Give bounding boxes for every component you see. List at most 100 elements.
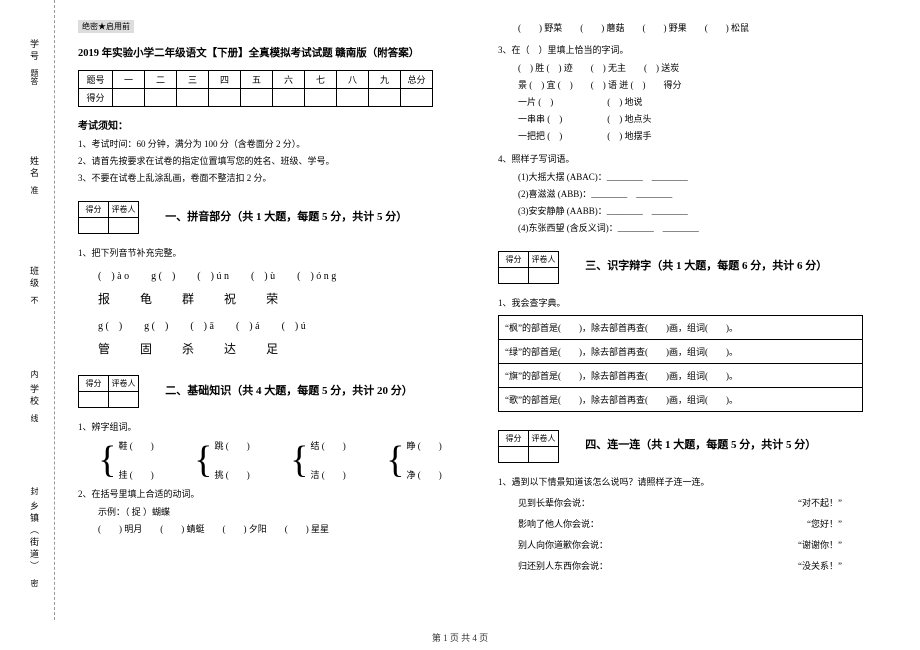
grade-box-cell[interactable] bbox=[529, 446, 559, 462]
score-th: 四 bbox=[209, 71, 241, 89]
pinyin-cell: ( ) ó n g bbox=[297, 267, 336, 282]
score-cell[interactable] bbox=[145, 89, 177, 107]
hanzi-row: 管 固 杀 达 足 bbox=[78, 340, 462, 357]
binding-label: 乡镇（街道） bbox=[28, 501, 41, 573]
match-left: 见到长辈你会说： bbox=[518, 496, 590, 509]
q2-4-item: (3)安安静静 (AABB)：________ ________ bbox=[518, 203, 882, 220]
grade-box-cell[interactable] bbox=[109, 392, 139, 408]
score-th: 题号 bbox=[79, 71, 113, 89]
brace-word: 结 ( ) bbox=[311, 439, 346, 452]
q2-3-line: 一把把 ( ) ( ) 地摆手 bbox=[518, 128, 882, 145]
brace-item: {跳 ( )挑 ( ) bbox=[194, 439, 250, 481]
hanzi-row: 报 龟 群 祝 荣 bbox=[78, 290, 462, 307]
binding-mark: 准 bbox=[29, 186, 40, 194]
hanzi-cell: 荣 bbox=[266, 290, 278, 307]
q2-4-item: (1)大摇大摆 (ABAC)：________ ________ bbox=[518, 169, 882, 186]
dict-row: “旗”的部首是( )，除去部首再查( )画，组词( )。 bbox=[499, 363, 863, 387]
doc-title: 2019 年实验小学二年级语文【下册】全真模拟考试试题 赣南版（附答案） bbox=[78, 45, 462, 60]
match-row: 见到长辈你会说：“对不起！” bbox=[498, 496, 882, 509]
score-th: 九 bbox=[369, 71, 401, 89]
binding-label: 姓名 bbox=[28, 156, 41, 180]
pinyin-cell: g ( ) bbox=[151, 267, 175, 282]
score-cell[interactable] bbox=[305, 89, 337, 107]
binding-mark: 题 bbox=[29, 69, 40, 77]
match-row: 影响了他人你会说：“您好！” bbox=[498, 517, 882, 530]
hanzi-cell: 足 bbox=[266, 340, 278, 357]
pinyin-cell: ( ) ú n bbox=[197, 267, 229, 282]
grade-box-h: 评卷人 bbox=[109, 202, 139, 218]
page-footer: 第 1 页 共 4 页 bbox=[0, 631, 920, 644]
q2-1: 1、辨字组词。 bbox=[78, 420, 462, 433]
score-cell[interactable] bbox=[177, 89, 209, 107]
score-th: 总分 bbox=[401, 71, 433, 89]
binding-margin: 学号 题 答 姓名 准 班级 不 内 学校 线 封 乡镇（街道） 密 bbox=[15, 0, 55, 620]
score-th: 三 bbox=[177, 71, 209, 89]
grade-box-cell[interactable] bbox=[79, 392, 109, 408]
pinyin-cell: ( ) ā bbox=[190, 317, 214, 332]
hanzi-cell: 群 bbox=[182, 290, 194, 307]
score-cell[interactable] bbox=[273, 89, 305, 107]
grade-box-cell[interactable] bbox=[499, 267, 529, 283]
brace-icon: { bbox=[290, 442, 308, 478]
binding-mark: 线 bbox=[29, 414, 40, 422]
brace-word: 挂 ( ) bbox=[119, 468, 154, 481]
hanzi-cell: 祝 bbox=[224, 290, 236, 307]
hanzi-cell: 固 bbox=[140, 340, 152, 357]
q2-3-line: 一串串 ( ) ( ) 地点头 bbox=[518, 111, 882, 128]
q2-3-line: 景 ( ) 宜 ( ) ( ) 语 迸 ( ) 得分 bbox=[518, 77, 882, 94]
binding-label: 学校 bbox=[28, 384, 41, 408]
q2-4-item: (4)东张西望 (含反义词)：________ ________ bbox=[518, 220, 882, 237]
q2-2: 2、在括号里填上合适的动词。 bbox=[78, 487, 462, 500]
match-right: “没关系！” bbox=[798, 559, 842, 572]
score-cell[interactable] bbox=[113, 89, 145, 107]
notice-item: 1、考试时间：60 分钟，满分为 100 分（含卷面分 2 分）。 bbox=[78, 136, 462, 153]
dict-table: “枫”的部首是( )，除去部首再查( )画，组词( )。 “绿”的部首是( )，… bbox=[498, 315, 863, 412]
score-th: 二 bbox=[145, 71, 177, 89]
dict-row: “枫”的部首是( )，除去部首再查( )画，组词( )。 bbox=[499, 315, 863, 339]
grade-box: 得分评卷人 bbox=[78, 201, 139, 234]
score-cell[interactable] bbox=[209, 89, 241, 107]
pinyin-row: ( ) à o g ( ) ( ) ú n ( ) ù ( ) ó n g bbox=[78, 267, 462, 282]
r-line1: ( ) 野菜 ( ) 蘑菇 ( ) 野果 ( ) 松鼠 bbox=[498, 20, 882, 37]
match-right: “谢谢你！” bbox=[798, 538, 842, 551]
section-2-title: 二、基础知识（共 4 大题，每题 5 分，共计 20 分） bbox=[165, 382, 413, 398]
score-table: 题号 一 二 三 四 五 六 七 八 九 总分 得分 bbox=[78, 70, 433, 107]
pinyin-cell: ( ) ù bbox=[251, 267, 275, 282]
score-th: 五 bbox=[241, 71, 273, 89]
brace-word: 睁 ( ) bbox=[407, 439, 442, 452]
q2-4-item: (2)喜滋滋 (ABB)：________ ________ bbox=[518, 186, 882, 203]
section-4-title: 四、连一连（共 1 大题，每题 5 分，共计 5 分） bbox=[585, 436, 816, 452]
pinyin-cell: ( ) à o bbox=[98, 267, 129, 282]
binding-mark: 密 bbox=[29, 579, 40, 587]
match-left: 归还别人东西你会说： bbox=[518, 559, 608, 572]
grade-box-cell[interactable] bbox=[529, 267, 559, 283]
pinyin-cell: ( ) ú bbox=[282, 317, 306, 332]
grade-box-h: 得分 bbox=[499, 251, 529, 267]
grade-box-h: 评卷人 bbox=[529, 251, 559, 267]
score-cell[interactable] bbox=[401, 89, 433, 107]
grade-box-cell[interactable] bbox=[109, 218, 139, 234]
score-row-label: 得分 bbox=[79, 89, 113, 107]
grade-box-cell[interactable] bbox=[79, 218, 109, 234]
q3-1: 1、我会查字典。 bbox=[498, 296, 882, 309]
binding-mark: 内 bbox=[29, 370, 40, 378]
section-3-title: 三、识字辩字（共 1 大题，每题 6 分，共计 6 分） bbox=[585, 257, 827, 273]
brace-item: {结 ( )洁 ( ) bbox=[290, 439, 346, 481]
score-cell[interactable] bbox=[369, 89, 401, 107]
grade-box-cell[interactable] bbox=[499, 446, 529, 462]
dict-row: “绿”的部首是( )，除去部首再查( )画，组词( )。 bbox=[499, 339, 863, 363]
score-th: 七 bbox=[305, 71, 337, 89]
brace-word: 鞋 ( ) bbox=[119, 439, 154, 452]
brace-item: {睁 ( )净 ( ) bbox=[386, 439, 442, 481]
score-cell[interactable] bbox=[337, 89, 369, 107]
score-cell[interactable] bbox=[241, 89, 273, 107]
q1-1: 1、把下列音节补充完整。 bbox=[78, 246, 462, 259]
brace-word: 净 ( ) bbox=[407, 468, 442, 481]
grade-box-h: 评卷人 bbox=[109, 376, 139, 392]
binding-label: 学号 bbox=[28, 39, 41, 63]
binding-mark: 不 bbox=[29, 296, 40, 304]
grade-box: 得分评卷人 bbox=[498, 251, 559, 284]
q2-3-line: ( ) 胜 ( ) 迹 ( ) 无主 ( ) 送炭 bbox=[518, 60, 882, 77]
binding-mark: 封 bbox=[29, 487, 40, 495]
dict-row: “歌”的部首是( )，除去部首再查( )画，组词( )。 bbox=[499, 387, 863, 411]
